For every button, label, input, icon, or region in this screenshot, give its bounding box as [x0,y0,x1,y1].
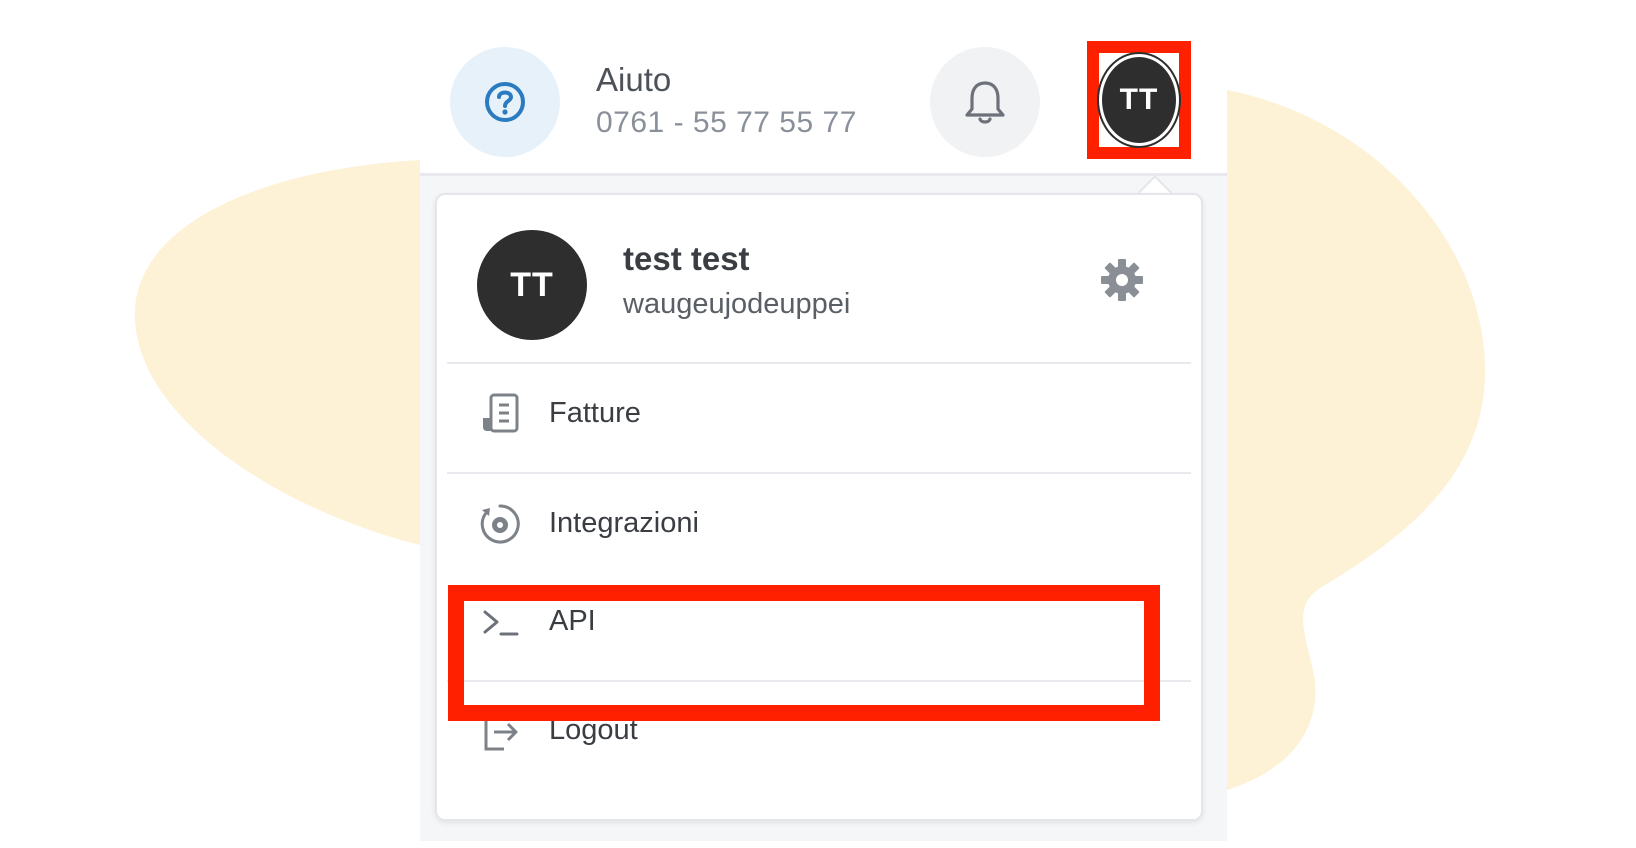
notifications-button[interactable] [930,47,1040,157]
user-dropdown-menu: TT test test waugeujodeuppei Fatture Int… [435,193,1203,821]
help-title: Aiuto [596,61,672,98]
avatar-highlight-frame: TT [1087,41,1191,159]
help-button[interactable] [450,47,560,157]
settings-button[interactable] [1097,255,1147,305]
menu-item-label: Fatture [549,397,641,429]
menu-item-logout[interactable]: Logout [437,692,1201,772]
logout-icon [477,708,523,754]
divider [447,472,1191,474]
menu-item-label: API [549,605,596,637]
bell-icon [965,81,1005,124]
screenshot-stage: Aiuto 0761 - 55 77 55 77 TT TT test test… [0,0,1636,848]
divider [447,362,1191,364]
terminal-icon [477,599,523,645]
gear-icon [1101,259,1143,301]
integration-icon [477,501,523,547]
help-phone: 0761 - 55 77 55 77 [596,106,857,139]
menu-item-integrazioni[interactable]: Integrazioni [437,485,1201,565]
menu-item-label: Integrazioni [549,507,699,539]
menu-item-fatture[interactable]: Fatture [437,375,1201,455]
profile-avatar: TT [477,230,587,340]
top-bar: Aiuto 0761 - 55 77 55 77 TT [420,33,1227,176]
menu-item-api[interactable]: API [437,583,1201,663]
invoice-icon [477,391,523,437]
menu-item-label: Logout [549,714,638,746]
user-avatar-button[interactable]: TT [1099,54,1179,146]
profile-username: waugeujodeuppei [623,288,851,320]
question-icon [485,82,525,122]
profile-name: test test [623,240,750,277]
divider [447,680,1191,682]
